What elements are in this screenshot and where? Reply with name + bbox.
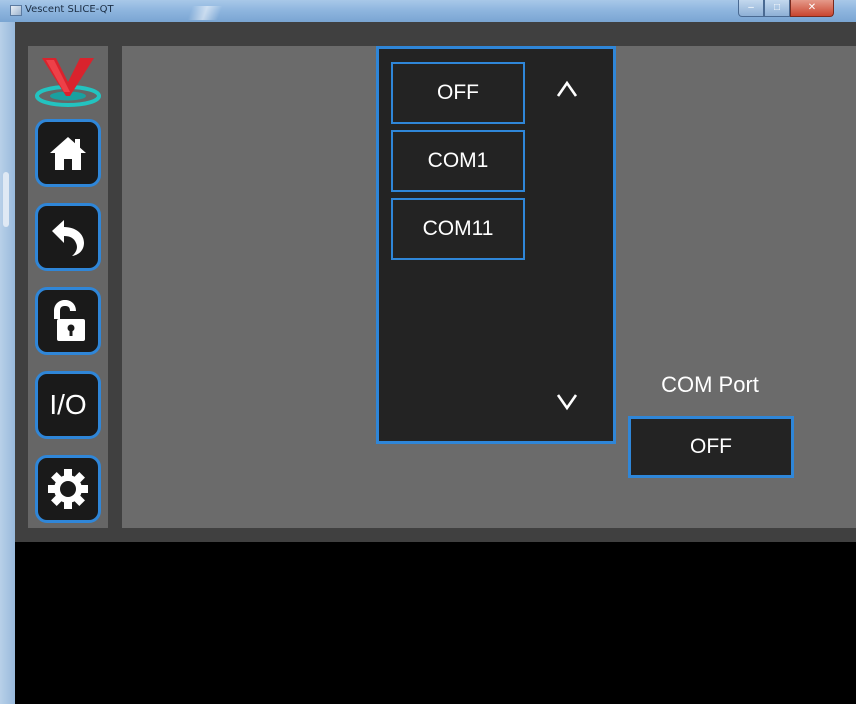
- home-button[interactable]: [35, 119, 101, 187]
- title-bar[interactable]: Vescent SLICE-QT – □ ✕: [0, 0, 856, 22]
- maximize-button[interactable]: □: [764, 0, 790, 17]
- gear-icon: [48, 469, 88, 509]
- close-button[interactable]: ✕: [790, 0, 834, 17]
- window-frame-left: [0, 22, 15, 704]
- chevron-up-icon: [556, 80, 578, 97]
- scrollbar-thumb[interactable]: [3, 172, 9, 227]
- minimize-button[interactable]: –: [738, 0, 764, 17]
- chevron-down-icon: [556, 394, 578, 411]
- io-label: I/O: [49, 389, 87, 420]
- lock-button[interactable]: [35, 287, 101, 355]
- bottom-area: [15, 542, 856, 704]
- home-icon: [50, 137, 86, 170]
- back-button[interactable]: [35, 203, 101, 271]
- window-title: Vescent SLICE-QT: [25, 4, 114, 15]
- back-arrow-icon: [52, 220, 84, 256]
- vescent-logo-icon: [34, 52, 102, 108]
- port-option-com11[interactable]: COM11: [391, 198, 525, 260]
- io-button[interactable]: I/O: [35, 371, 101, 439]
- titlebar-glare: [187, 6, 223, 20]
- com-port-value-button[interactable]: OFF: [628, 416, 794, 478]
- unlock-icon: [54, 300, 85, 341]
- com-port-list[interactable]: OFF COM1 COM11: [376, 46, 616, 444]
- app-icon: [10, 5, 22, 16]
- port-option-off[interactable]: OFF: [391, 62, 525, 124]
- scroll-down-button[interactable]: [547, 382, 587, 422]
- settings-button[interactable]: [35, 455, 101, 523]
- port-option-com1[interactable]: COM1: [391, 130, 525, 192]
- scroll-up-button[interactable]: [547, 69, 587, 109]
- com-port-label: COM Port: [661, 372, 759, 397]
- window-controls: – □ ✕: [738, 0, 834, 18]
